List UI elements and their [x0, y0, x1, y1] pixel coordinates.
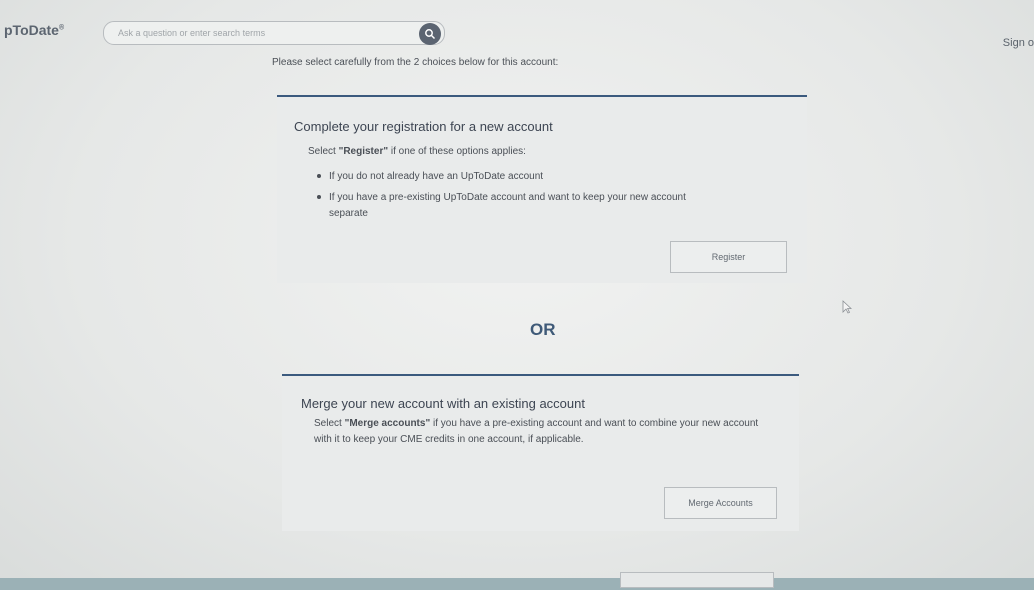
- register-lead-strong: "Register": [338, 146, 389, 157]
- mouse-cursor-icon: [842, 300, 852, 314]
- bullet-text: If you have a pre-existing UpToDate acco…: [329, 192, 686, 203]
- intro-text: Please select carefully from the 2 choic…: [272, 57, 559, 68]
- register-button[interactable]: Register: [670, 241, 787, 273]
- merge-description: Select "Merge accounts" if you have a pr…: [314, 416, 759, 448]
- bottom-strip: [0, 578, 1034, 590]
- logo-text: pToDate: [4, 22, 59, 38]
- bullet-icon: [317, 174, 321, 179]
- header: pToDate® Sign o: [0, 10, 1034, 50]
- logo[interactable]: pToDate®: [4, 22, 64, 38]
- merge-card-title: Merge your new account with an existing …: [301, 396, 585, 411]
- bullet-text-continued: separate: [329, 208, 368, 219]
- sign-in-link[interactable]: Sign o: [1003, 37, 1034, 49]
- merge-desc-strong: "Merge accounts": [344, 418, 431, 429]
- search-icon: [425, 29, 436, 40]
- register-lead-prefix: Select: [308, 146, 339, 157]
- register-card-title: Complete your registration for a new acc…: [294, 119, 553, 134]
- screen: pToDate® Sign o Please select carefully …: [0, 0, 1034, 590]
- merge-accounts-button[interactable]: Merge Accounts: [664, 487, 777, 519]
- bottom-button[interactable]: [620, 572, 774, 588]
- merge-card: Merge your new account with an existing …: [282, 374, 799, 531]
- register-card: Complete your registration for a new acc…: [277, 95, 807, 283]
- logo-mark: ®: [58, 24, 65, 32]
- or-separator: OR: [530, 320, 556, 339]
- register-lead: Select "Register" if one of these option…: [308, 144, 526, 160]
- register-lead-suffix: if one of these options applies:: [388, 146, 526, 157]
- list-item: If you do not already have an UpToDate a…: [317, 169, 543, 185]
- search-input[interactable]: [116, 24, 420, 42]
- search-button[interactable]: [419, 23, 441, 45]
- bullet-icon: [317, 195, 321, 200]
- list-item: If you have a pre-existing UpToDate acco…: [317, 190, 757, 222]
- search-box: [103, 21, 445, 45]
- bullet-text: If you do not already have an UpToDate a…: [329, 171, 544, 182]
- merge-desc-prefix: Select: [314, 418, 345, 429]
